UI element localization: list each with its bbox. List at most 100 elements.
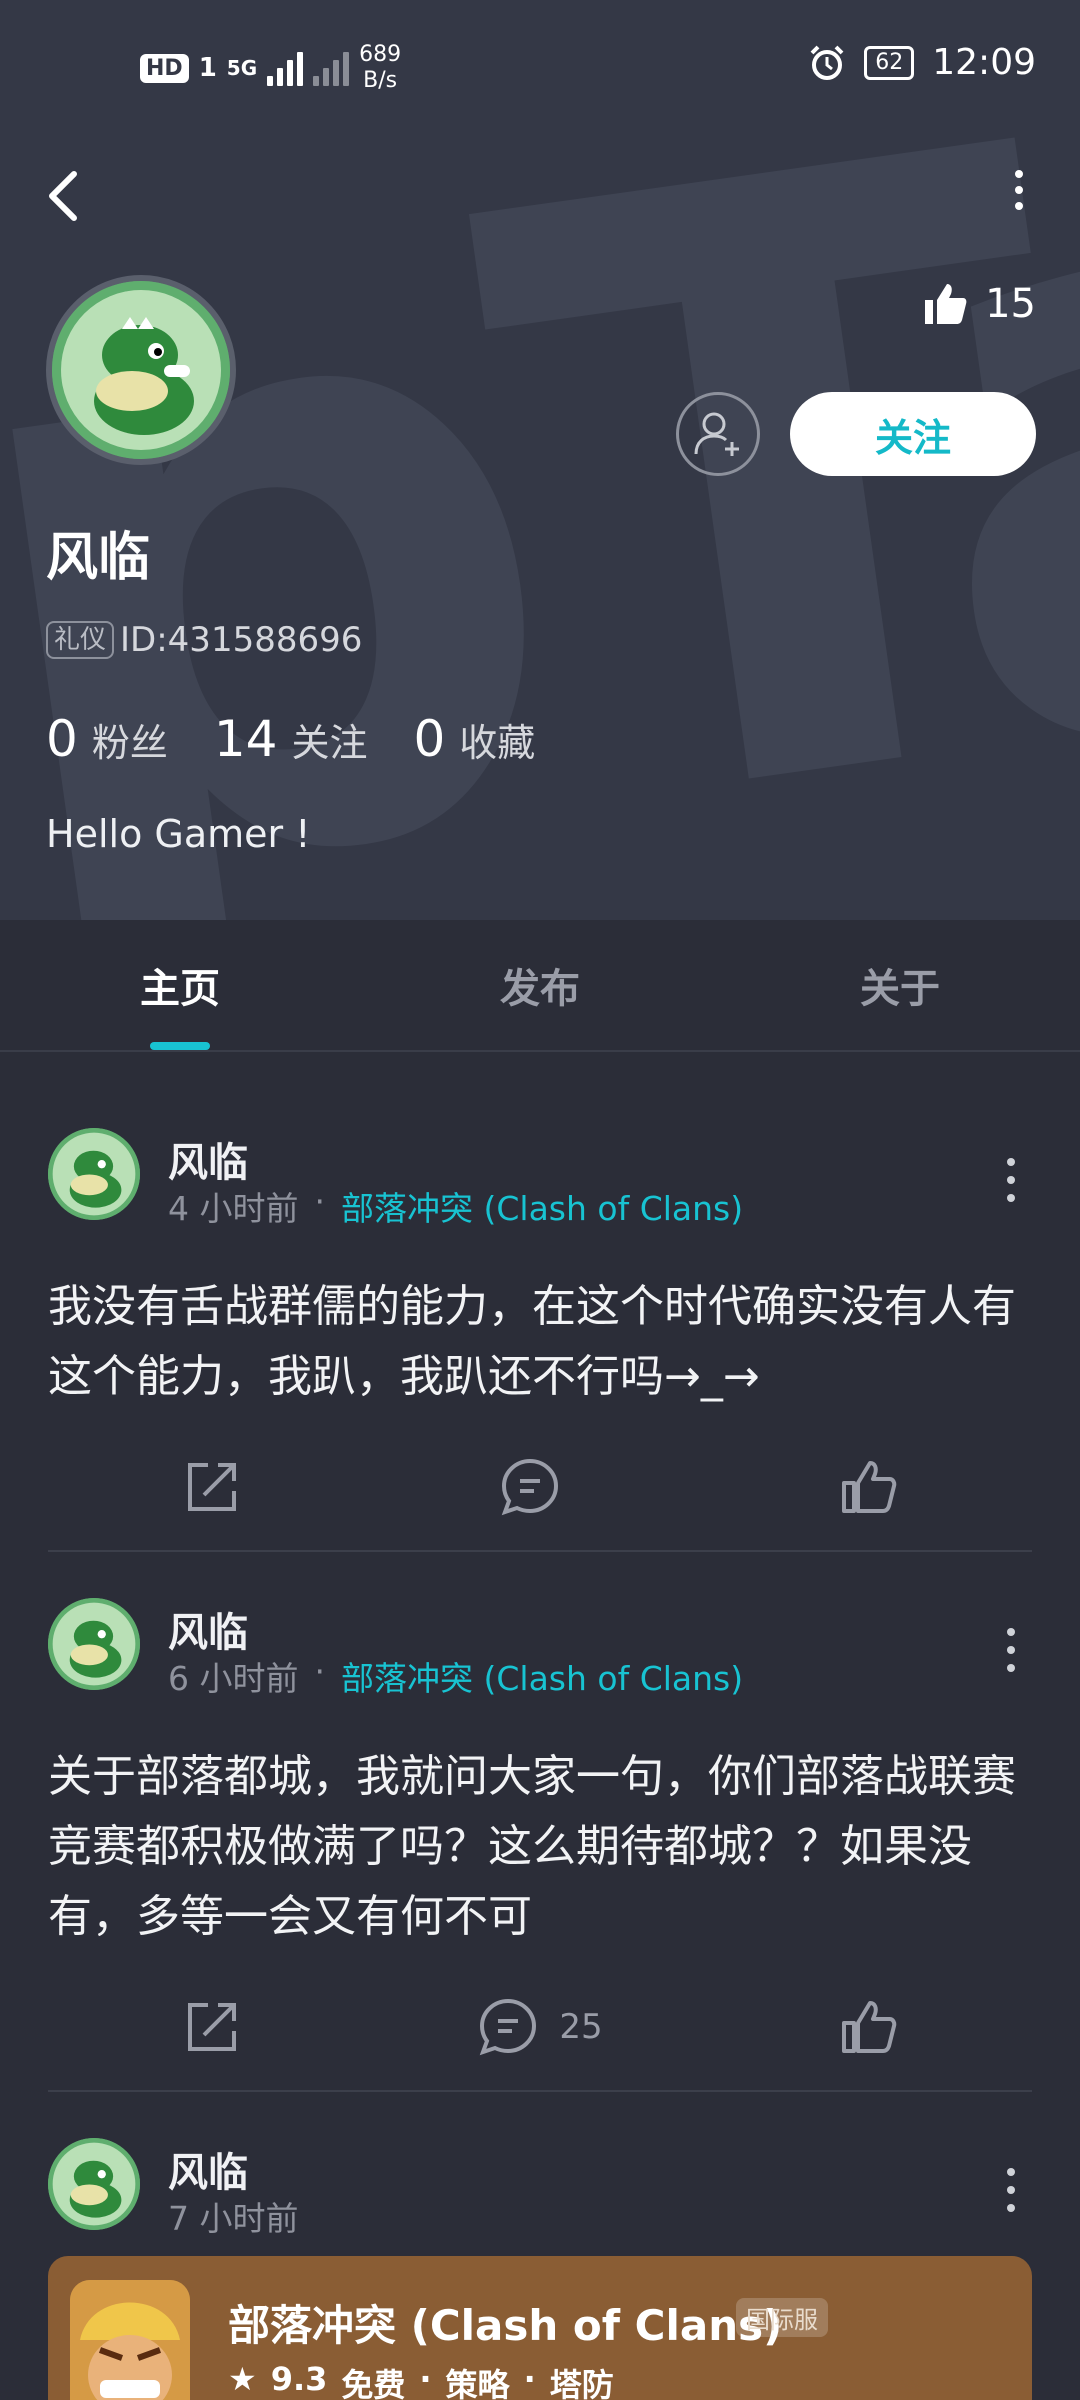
- tab-home-label: 主页: [140, 966, 220, 1012]
- comment-button[interactable]: 25: [376, 1996, 704, 2058]
- like-button[interactable]: [704, 1457, 1032, 1517]
- post-game-link[interactable]: 部落冲突 (Clash of Clans): [341, 1652, 743, 1700]
- post-header: 风临 6 小时前 · 部落冲突 (Clash of Clans): [48, 1552, 1032, 1698]
- back-button[interactable]: [40, 160, 90, 230]
- like-count-value: 15: [985, 281, 1036, 327]
- more-options-button[interactable]: [1004, 160, 1034, 220]
- net-speed-value: 689: [359, 42, 402, 67]
- comment-icon: [501, 1458, 559, 1516]
- network-label: 5G: [226, 56, 258, 80]
- status-bar: HD 1 5G 689 B/s 62 12:09: [0, 0, 1080, 130]
- post-more-button[interactable]: [1004, 2168, 1018, 2212]
- profile-header: pTa HD 1 5G 689 B/s 62 12:09 15 关注 风临 礼仪…: [0, 0, 1080, 920]
- post-header: 风临 4 小时前 · 部落冲突 (Clash of Clans): [48, 1082, 1032, 1228]
- tab-home[interactable]: 主页: [0, 920, 360, 1050]
- post-text[interactable]: 我没有舌战群儒的能力，在这个时代确实没有人有这个能力，我趴，我趴还不行吗→_→: [48, 1198, 1032, 1412]
- share-icon: [188, 2003, 236, 2051]
- post-time: 4 小时前: [168, 1189, 299, 1228]
- like-button[interactable]: [704, 1997, 1032, 2057]
- meta-separator: ·: [523, 2360, 536, 2398]
- post-more-button[interactable]: [1004, 1628, 1018, 1672]
- tab-posts[interactable]: 发布: [360, 920, 720, 1050]
- comment-button[interactable]: [376, 1456, 704, 1518]
- stat-following[interactable]: 14 关注: [214, 710, 368, 768]
- post-time: 7 小时前: [168, 2199, 299, 2238]
- avatar[interactable]: [48, 2138, 140, 2230]
- status-left: HD 1 5G 689 B/s: [140, 42, 401, 94]
- profile-like-button[interactable]: 15: [921, 280, 1036, 328]
- tab-about-label: 关于: [860, 966, 940, 1012]
- thumbs-up-icon: [925, 284, 967, 324]
- status-right: 62 12:09: [808, 42, 1036, 83]
- dinosaur-avatar-image: [48, 2138, 140, 2230]
- stat-following-count: 14: [213, 710, 278, 768]
- etiquette-badge[interactable]: 礼仪: [46, 621, 115, 659]
- post-text[interactable]: 关于部落都城，我就问大家一句，你们部落战联赛竞赛都积极做满了吗？这么期待都城？？…: [48, 1668, 1032, 1952]
- stat-favorites-count: 0: [413, 710, 446, 768]
- game-rating: 9.3: [270, 2360, 328, 2398]
- game-genre-1: 策略: [445, 2366, 510, 2400]
- tab-about[interactable]: 关于: [720, 920, 1080, 1050]
- profile-stats: 0 粉丝 14 关注 0 收藏: [46, 710, 535, 768]
- game-server-badge: 国际服: [736, 2298, 828, 2337]
- stat-followers-count: 0: [46, 710, 78, 768]
- dinosaur-avatar-image: [48, 1128, 140, 1220]
- post-feed: 风临 4 小时前 · 部落冲突 (Clash of Clans) 我没有舌战群儒…: [0, 1082, 1080, 2400]
- add-friend-button[interactable]: [676, 392, 760, 476]
- avatar[interactable]: [46, 275, 236, 465]
- game-name: 部落冲突 (Clash of Clans): [228, 2301, 783, 2350]
- thumbs-up-icon: [842, 2001, 897, 2053]
- avatar[interactable]: [48, 1598, 140, 1690]
- signal-icon: [267, 50, 304, 86]
- meta-separator: ·: [419, 2360, 432, 2398]
- stat-followers[interactable]: 0 粉丝: [46, 710, 168, 768]
- net-speed-unit: B/s: [363, 68, 398, 93]
- battery-icon: 62: [864, 45, 915, 80]
- signal-2-icon: [313, 50, 350, 86]
- game-icon: [70, 2280, 190, 2400]
- post-meta: 7 小时前: [168, 2192, 299, 2240]
- post-card[interactable]: 风临 4 小时前 · 部落冲突 (Clash of Clans) 我没有舌战群儒…: [48, 1082, 1032, 1552]
- game-genre-2: 塔防: [549, 2366, 614, 2400]
- profile-tabs: 主页 发布 关于: [0, 920, 1080, 1052]
- post-time: 6 小时前: [168, 1659, 299, 1698]
- post-game-link[interactable]: 部落冲突 (Clash of Clans): [341, 1182, 743, 1230]
- post-author[interactable]: 风临: [168, 2140, 248, 2198]
- add-user-icon: [694, 412, 739, 456]
- net-speed: 689 B/s: [359, 42, 401, 94]
- game-card[interactable]: 部落冲突 (Clash of Clans) 国际服 ★ 9.3 免费 · 策略 …: [48, 2256, 1032, 2400]
- post-actions: [48, 1412, 1032, 1562]
- stat-followers-label: 粉丝: [91, 721, 168, 765]
- meta-separator: ·: [314, 1652, 326, 1691]
- clock: 12:09: [932, 42, 1036, 83]
- post-card[interactable]: 风临 6 小时前 · 部落冲突 (Clash of Clans) 关于部落都城，…: [48, 1552, 1032, 2092]
- post-author[interactable]: 风临: [168, 1130, 248, 1188]
- game-price: 免费: [341, 2366, 406, 2400]
- tab-active-indicator: [150, 1042, 210, 1050]
- share-button[interactable]: [48, 1997, 376, 2057]
- follow-button[interactable]: 关注: [790, 392, 1036, 476]
- dinosaur-avatar-image: [48, 1598, 140, 1690]
- post-card[interactable]: 风临 7 小时前 部落冲突 (Clash of Clans) 国际服 ★ 9.3…: [48, 2092, 1032, 2400]
- thumbs-up-icon: [842, 1461, 897, 1513]
- profile-page: pTa HD 1 5G 689 B/s 62 12:09 15 关注 风临 礼仪…: [0, 0, 1080, 2400]
- dinosaur-avatar-image: [52, 281, 230, 459]
- meta-separator: ·: [314, 1182, 326, 1221]
- post-actions: 25: [48, 1952, 1032, 2102]
- post-more-button[interactable]: [1004, 1158, 1018, 1202]
- profile-id-row: 礼仪 ID:431588696: [46, 620, 362, 660]
- stat-favorites-label: 收藏: [459, 721, 536, 765]
- share-button[interactable]: [48, 1457, 376, 1517]
- post-author[interactable]: 风临: [168, 1600, 248, 1658]
- stat-following-label: 关注: [291, 721, 368, 765]
- post-meta: 4 小时前 · 部落冲突 (Clash of Clans): [168, 1182, 743, 1230]
- back-arrow-icon: [49, 171, 77, 221]
- post-header: 风临 7 小时前: [48, 2092, 1032, 2238]
- avatar[interactable]: [48, 1128, 140, 1220]
- profile-nickname: 风临: [46, 528, 151, 588]
- comment-count: 25: [559, 2007, 603, 2047]
- sim-label: 1: [198, 53, 217, 83]
- stat-favorites[interactable]: 0 收藏: [413, 710, 535, 768]
- battery-level: 62: [875, 49, 904, 75]
- hd-icon: HD: [140, 53, 189, 83]
